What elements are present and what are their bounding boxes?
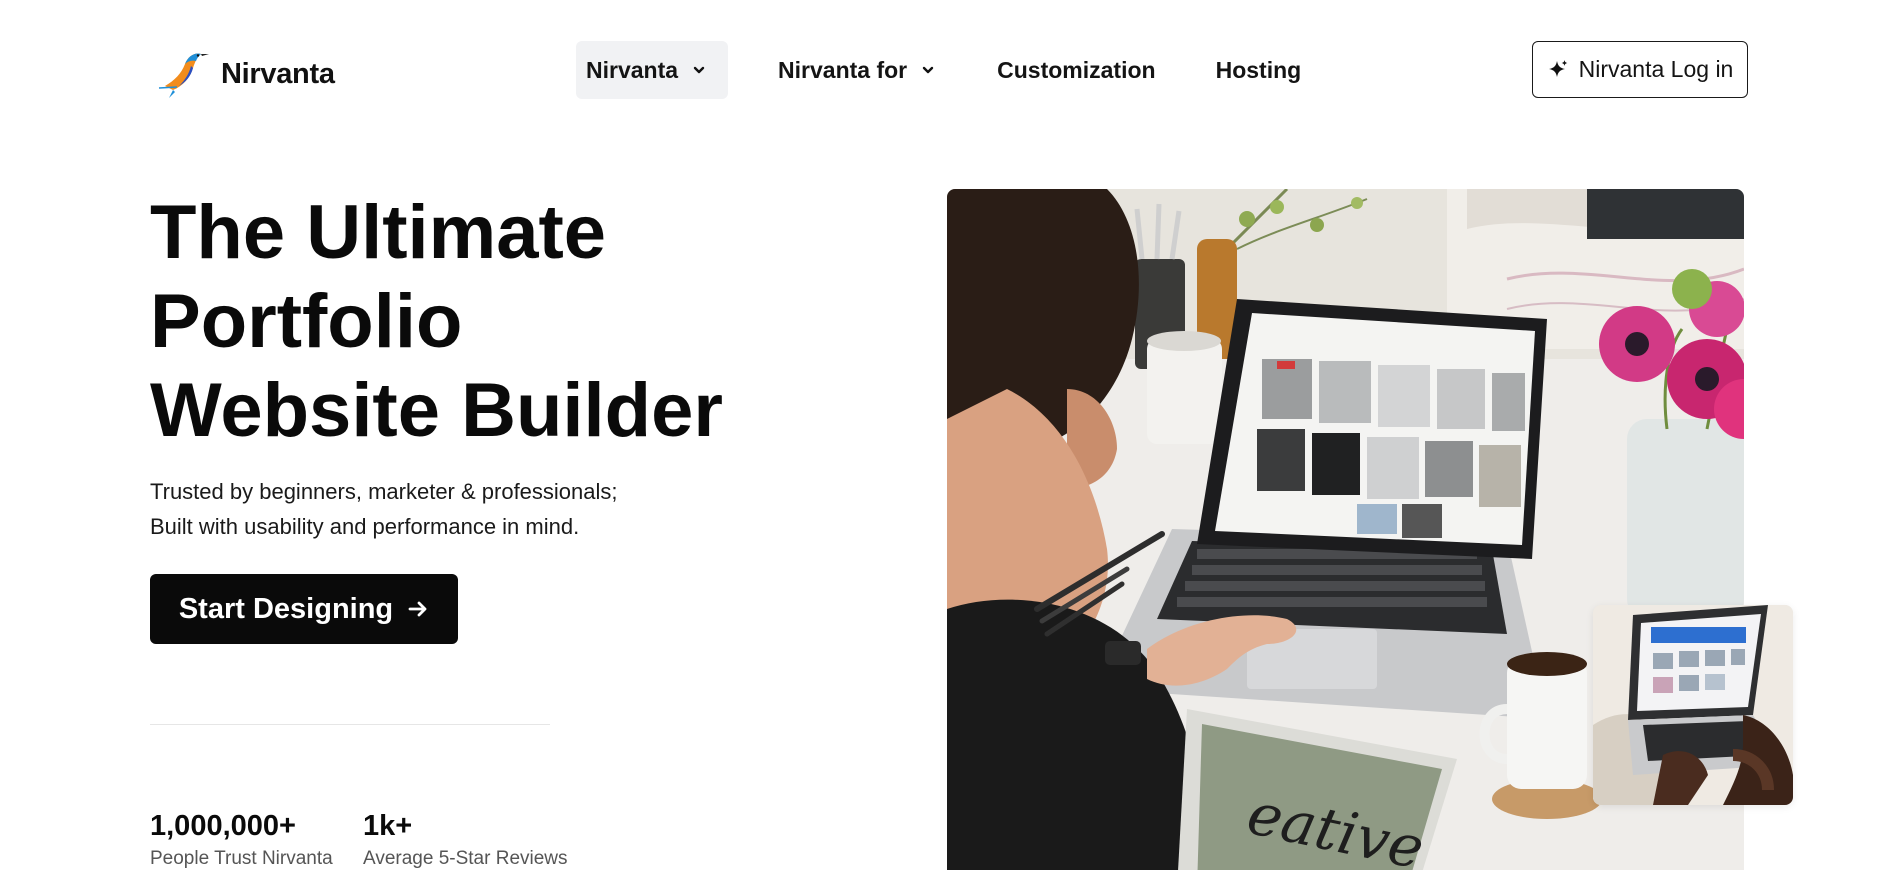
- hero-title-line: Portfolio: [150, 279, 463, 364]
- nav-item-customization[interactable]: Customization: [997, 41, 1155, 99]
- chevron-down-icon: [693, 66, 705, 74]
- stat-label: People Trust Nirvanta: [150, 848, 333, 869]
- hero-subtitle-line: Trusted by beginners, marketer & profess…: [150, 479, 618, 504]
- nav-item-hosting[interactable]: Hosting: [1216, 41, 1302, 99]
- chevron-down-icon: [922, 66, 934, 74]
- login-button[interactable]: Nirvanta Log in: [1532, 41, 1748, 98]
- nav-item-nirvanta[interactable]: Nirvanta: [576, 41, 729, 99]
- brand-name: Nirvanta: [221, 57, 335, 90]
- hero-subtitle-line: Built with usability and performance in …: [150, 514, 580, 539]
- nav-item-label: Nirvanta: [586, 56, 679, 83]
- nav-item-nirvanta-for[interactable]: Nirvanta for: [778, 41, 935, 99]
- hero-subtitle: Trusted by beginners, marketer & profess…: [150, 474, 618, 544]
- hero-title-line: Website Builder: [150, 368, 723, 453]
- start-designing-button[interactable]: Start Designing: [150, 574, 458, 644]
- brand-logo[interactable]: Nirvanta: [155, 44, 335, 104]
- cta-label: Start Designing: [178, 592, 394, 625]
- stat-value: 1,000,000+: [150, 810, 296, 842]
- hero-thumbnail-image: [1593, 605, 1793, 805]
- stat-label: Average 5-Star Reviews: [363, 848, 568, 869]
- hero-divider: [150, 724, 550, 725]
- main-nav: Nirvanta Nirvanta for Customization Host…: [576, 41, 1301, 99]
- nav-item-label: Nirvanta for: [778, 56, 908, 83]
- kingfisher-bird-logo-icon: [158, 53, 209, 98]
- stat-value: 1k+: [363, 810, 413, 842]
- stat-reviews: 1k+ Average 5-Star Reviews: [363, 808, 568, 870]
- nav-item-label: Hosting: [1215, 56, 1302, 83]
- stat-people-trust: 1,000,000+ People Trust Nirvanta: [150, 808, 333, 870]
- hero-title: The Ultimate Portfolio Website Builder: [150, 188, 770, 455]
- laptop-on-lap-image: [1593, 605, 1793, 805]
- sparkle-icon: [1548, 59, 1568, 77]
- login-button-label: Nirvanta Log in: [1578, 56, 1734, 82]
- arrow-right-icon: [408, 601, 427, 617]
- hero-title-line: The Ultimate: [150, 190, 607, 275]
- nav-item-label: Customization: [997, 56, 1156, 83]
